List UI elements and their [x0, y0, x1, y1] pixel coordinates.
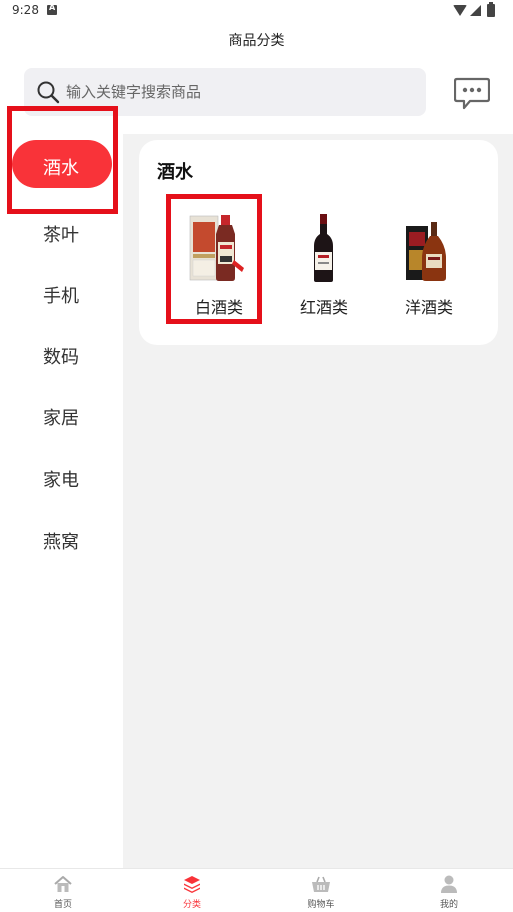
category-content: 酒水 白酒类 红酒类 洋酒类 — [123, 134, 513, 868]
message-icon[interactable] — [454, 77, 490, 110]
sidebar-item-drinks[interactable]: 酒水 — [0, 134, 123, 188]
sidebar-item-phone[interactable]: 手机 — [0, 269, 123, 319]
sidebar-item-home[interactable]: 家居 — [0, 391, 123, 441]
category-title: 酒水 — [157, 162, 193, 183]
sidebar-item-label: 酒水 — [43, 158, 79, 179]
search-icon — [37, 81, 60, 104]
notification-icon — [47, 3, 57, 15]
search-input[interactable] — [66, 68, 416, 116]
product-label: 白酒类 — [194, 298, 243, 317]
user-icon — [441, 875, 457, 893]
layers-icon — [184, 876, 200, 893]
product-baijiu[interactable]: 白酒类 — [174, 212, 264, 322]
status-bar: 9:28 — [0, 0, 513, 22]
sidebar-item-label: 家居 — [43, 408, 79, 429]
nav-label: 我的 — [439, 900, 458, 910]
product-label: 红酒类 — [299, 298, 348, 317]
status-time: 9:28 — [12, 3, 39, 17]
red-wine-bottle-image — [314, 214, 333, 282]
sidebar-item-birdnest[interactable]: 燕窝 — [0, 515, 123, 565]
sidebar-item-label: 手机 — [43, 286, 79, 307]
product-red-wine[interactable]: 红酒类 — [279, 212, 369, 322]
nav-category[interactable]: 分类 — [152, 869, 232, 912]
basket-icon — [312, 876, 330, 892]
status-icons — [453, 2, 503, 18]
product-cognac[interactable]: 洋酒类 — [384, 212, 474, 322]
nav-label: 分类 — [182, 900, 201, 910]
nav-mine[interactable]: 我的 — [409, 869, 489, 912]
home-icon — [54, 876, 72, 892]
sidebar-item-label: 数码 — [43, 347, 79, 368]
search-bar[interactable] — [24, 68, 426, 116]
sidebar-item-label: 家电 — [43, 470, 79, 491]
sidebar-item-label: 茶叶 — [43, 225, 79, 246]
nav-label: 首页 — [53, 900, 72, 910]
signal-icon — [470, 5, 481, 16]
category-card: 酒水 白酒类 红酒类 洋酒类 — [139, 140, 498, 345]
sidebar-item-appliance[interactable]: 家电 — [0, 453, 123, 503]
sidebar-item-tea[interactable]: 茶叶 — [0, 208, 123, 258]
baijiu-bottle-image — [189, 215, 244, 281]
sidebar-item-label: 燕窝 — [43, 532, 79, 553]
bottom-nav: 首页 分类 购物车 我的 — [0, 868, 513, 912]
cognac-bottle-image — [406, 222, 446, 281]
wifi-icon — [453, 5, 467, 16]
battery-icon — [487, 2, 495, 17]
nav-home[interactable]: 首页 — [23, 869, 103, 912]
nav-cart[interactable]: 购物车 — [281, 869, 361, 912]
nav-label: 购物车 — [307, 900, 335, 910]
sidebar-item-digital[interactable]: 数码 — [0, 330, 123, 380]
product-label: 洋酒类 — [404, 298, 453, 317]
category-sidebar: 酒水 茶叶 手机 数码 家居 家电 燕窝 — [0, 134, 123, 868]
page-title: 商品分类 — [228, 33, 285, 49]
